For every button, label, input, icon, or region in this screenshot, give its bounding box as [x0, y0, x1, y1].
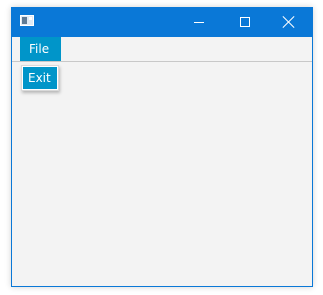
close-icon	[283, 16, 295, 28]
close-button[interactable]	[266, 8, 312, 37]
maximize-button[interactable]	[222, 8, 268, 37]
minimize-button[interactable]	[176, 8, 222, 37]
file-dropdown-menu: Exit	[21, 65, 59, 91]
menu-file[interactable]: File	[20, 37, 61, 61]
app-window: File Exit	[11, 7, 313, 287]
menu-bar: File	[12, 37, 312, 62]
content-area	[12, 62, 312, 286]
app-window-icon	[20, 15, 34, 26]
minimize-icon	[194, 22, 204, 23]
title-bar[interactable]	[12, 8, 312, 37]
menu-item-exit[interactable]: Exit	[23, 67, 57, 89]
maximize-icon	[240, 17, 250, 27]
